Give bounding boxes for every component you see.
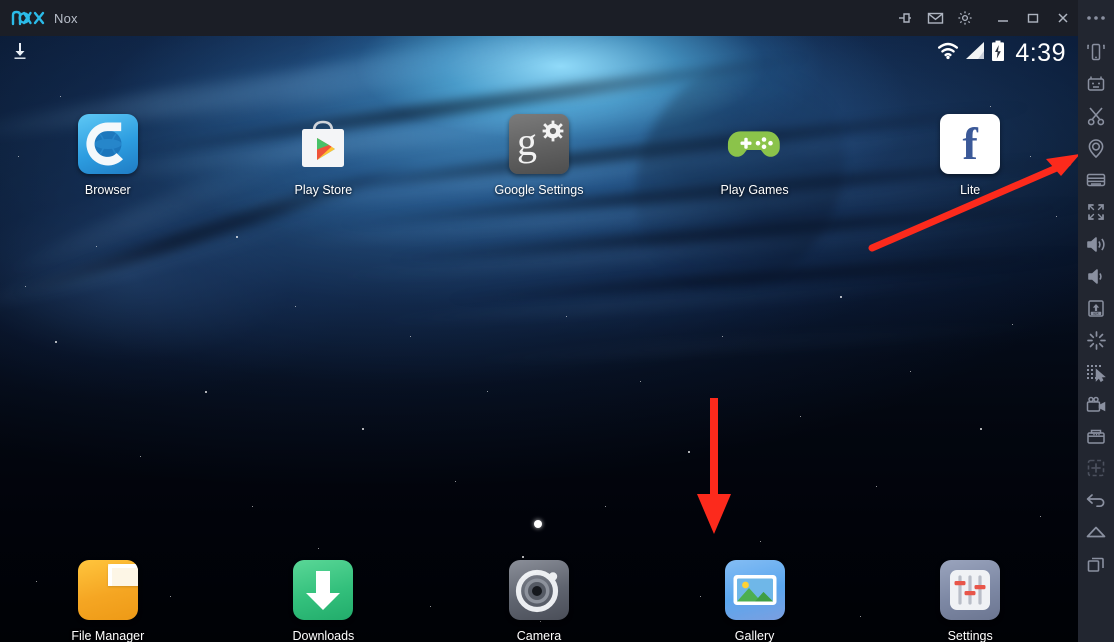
gear-icon[interactable] [950,0,980,36]
macro-recorder-icon[interactable] [1078,68,1114,100]
nox-logo-icon [11,8,45,28]
app-label: Settings [947,629,993,642]
facebook-f-glyph: f [962,118,978,169]
app-browser[interactable]: Browser [0,114,216,197]
status-clock: 4:39 [1015,38,1066,67]
app-label: Google Settings [494,183,584,197]
google-settings-icon: g [508,114,569,174]
add-instance-icon[interactable] [1078,452,1114,484]
android-status-bar: 4:39 [0,36,1078,70]
app-google-settings[interactable]: g Google Settings [431,114,647,197]
close-icon[interactable] [1048,0,1078,36]
window-title: Nox [54,10,78,26]
android-screen[interactable]: 4:39 Browser Play Store g Google Setting… [0,36,1078,642]
volume-up-icon[interactable] [1078,228,1114,260]
pin-on-top-icon[interactable] [890,0,920,36]
install-apk-icon[interactable]: apk [1078,292,1114,324]
title-bar: Nox [0,0,1078,36]
video-record-icon[interactable] [1078,388,1114,420]
play-games-icon [725,114,785,174]
google-g-glyph: g [516,119,537,164]
fullscreen-icon[interactable] [1078,196,1114,228]
home-row-bottom: File Manager Downloads Camera Gallery Se… [0,560,1078,642]
app-downloads[interactable]: Downloads [216,560,432,642]
sliders-icon [940,560,1001,620]
home-row-top: Browser Play Store g Google Settings Pla… [0,114,1078,197]
multi-touch-icon[interactable] [1078,356,1114,388]
maximize-icon[interactable] [1018,0,1048,36]
app-label: Lite [960,183,981,197]
browser-icon [77,114,138,174]
shake-phone-icon[interactable] [1078,36,1114,68]
app-camera[interactable]: Camera [431,560,647,642]
wifi-icon [936,41,960,65]
folder-icon [77,560,138,620]
signal-bars-icon [965,41,986,65]
page-indicator-dot[interactable] [534,520,542,528]
volume-down-icon[interactable] [1078,260,1114,292]
facebook-lite-icon: f [940,114,1001,174]
app-facebook-lite[interactable]: f Lite [862,114,1078,197]
screenshot-scissors-icon[interactable] [1078,100,1114,132]
location-pin-icon[interactable] [1078,132,1114,164]
app-label: File Manager [71,629,145,642]
app-label: Downloads [292,629,355,642]
download-arrow-icon [293,560,354,620]
svg-text:apk: apk [1093,311,1099,315]
performance-icon[interactable] [1078,324,1114,356]
app-label: Browser [84,183,131,197]
app-settings[interactable]: Settings [862,560,1078,642]
app-play-games[interactable]: Play Games [647,114,863,197]
play-store-icon [293,114,353,174]
app-label: Play Store [294,183,353,197]
shared-folder-icon[interactable] [1078,420,1114,452]
keyboard-icon[interactable] [1078,164,1114,196]
app-file-manager[interactable]: File Manager [0,560,216,642]
more-menu-icon[interactable] [1078,0,1114,36]
app-label: Play Games [720,183,789,197]
download-icon [12,41,28,66]
recents-icon[interactable] [1078,548,1114,580]
camera-icon [508,560,569,620]
nox-toolbar-sidebar: apk [1078,0,1114,642]
app-label: Camera [516,629,562,642]
battery-charging-icon [991,40,1005,67]
message-icon[interactable] [920,0,950,36]
minimize-icon[interactable] [988,0,1018,36]
app-gallery[interactable]: Gallery [647,560,863,642]
app-play-store[interactable]: Play Store [216,114,432,197]
home-icon[interactable] [1078,516,1114,548]
gallery-picture-icon [724,560,785,620]
nox-emulator-window: Nox 4:39 Browser Play Store g Google Set… [0,0,1114,642]
app-label: Gallery [734,629,775,642]
back-icon[interactable] [1078,484,1114,516]
